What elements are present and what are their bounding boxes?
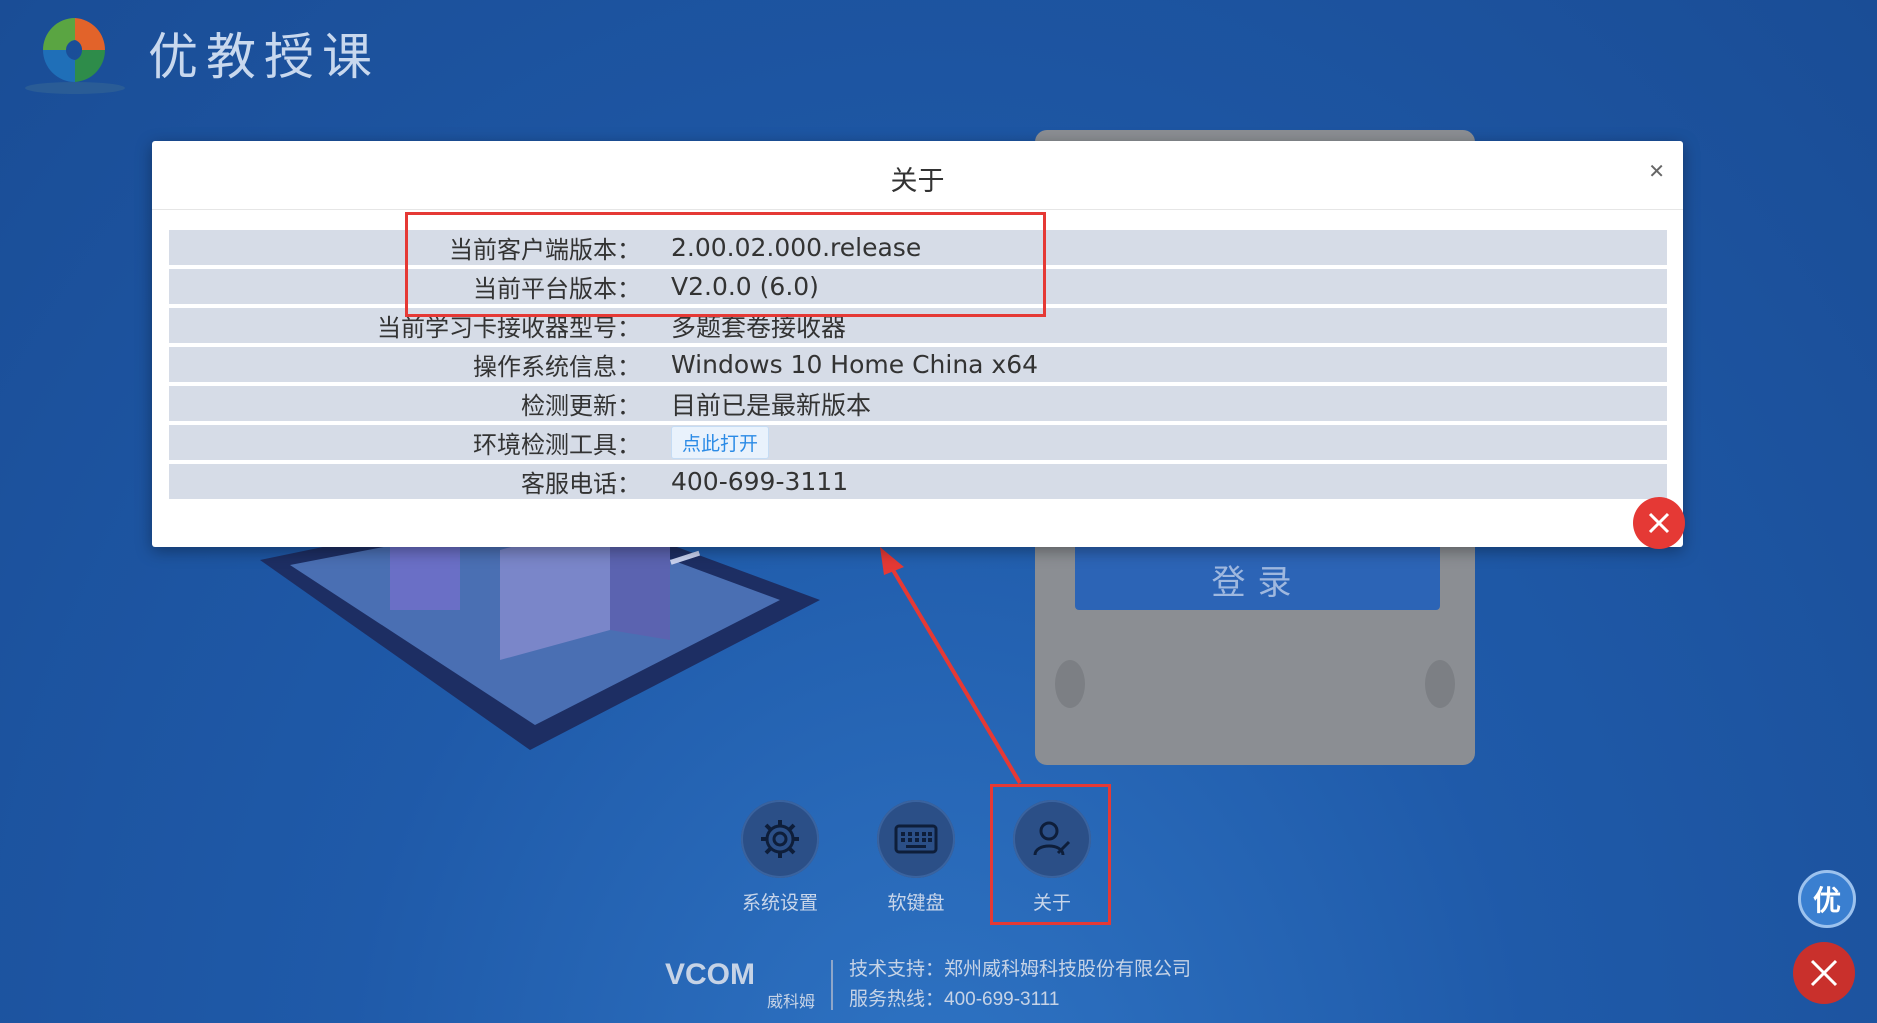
footer: VCOM 威科姆 技术支持：郑州威科姆科技股份有限公司 服务热线：400-699… bbox=[665, 955, 1191, 1015]
app-title: 优教授课 bbox=[148, 27, 380, 86]
info-row-update-check: 检测更新： 目前已是最新版本 bbox=[169, 386, 1667, 421]
info-label: 检测更新： bbox=[521, 392, 641, 420]
hero-illustration bbox=[250, 500, 830, 760]
carousel-prev-icon[interactable] bbox=[1055, 660, 1085, 708]
info-label: 客服电话： bbox=[521, 470, 641, 498]
footer-divider bbox=[831, 960, 833, 1010]
tool-system-settings[interactable]: 系统设置 bbox=[740, 800, 820, 915]
open-env-tool-button[interactable]: 点此打开 bbox=[671, 426, 770, 459]
side-badge-label: 优 bbox=[1812, 885, 1841, 916]
footer-text: 技术支持：郑州威科姆科技股份有限公司 服务热线：400-699-3111 bbox=[849, 955, 1191, 1015]
support-text: 技术支持：郑州威科姆科技股份有限公司 bbox=[849, 959, 1192, 980]
dialog-title: 关于 bbox=[890, 166, 945, 197]
info-value: Windows 10 Home China x64 bbox=[671, 350, 1039, 379]
tool-label: 软键盘 bbox=[887, 893, 945, 914]
keyboard-icon[interactable] bbox=[877, 800, 955, 878]
brand: 优教授课 bbox=[20, 10, 380, 95]
close-icon bbox=[1810, 959, 1838, 987]
info-label: 操作系统信息： bbox=[473, 353, 641, 381]
tool-soft-keyboard[interactable]: 软键盘 bbox=[876, 800, 956, 915]
dialog-close-x-icon[interactable]: ✕ bbox=[1648, 159, 1665, 184]
side-badge-button[interactable]: 优 bbox=[1798, 870, 1856, 928]
info-row-os: 操作系统信息： Windows 10 Home China x64 bbox=[169, 347, 1667, 382]
info-label: 环境检测工具： bbox=[473, 431, 641, 459]
carousel-next-icon[interactable] bbox=[1425, 660, 1455, 708]
app-logo-icon bbox=[20, 10, 130, 95]
close-icon bbox=[1648, 512, 1670, 534]
info-row-env-tool: 环境检测工具： 点此打开 bbox=[169, 425, 1667, 460]
info-row-service-phone: 客服电话： 400-699-3111 bbox=[169, 464, 1667, 499]
vendor-logo: VCOM 威科姆 bbox=[665, 958, 815, 1011]
gear-icon[interactable] bbox=[741, 800, 819, 878]
hotline-text: 服务热线：400-699-3111 bbox=[849, 989, 1060, 1010]
about-dialog: 关于 ✕ 当前客户端版本： 2.00.02.000.release 当前平台版本… bbox=[152, 141, 1685, 549]
dialog-header: 关于 ✕ bbox=[152, 141, 1683, 210]
info-value: 目前已是最新版本 bbox=[671, 390, 872, 420]
exit-app-button[interactable] bbox=[1793, 942, 1855, 1004]
annotation-arrow bbox=[880, 547, 1022, 785]
annotation-highlight-about bbox=[990, 784, 1111, 925]
tool-label: 系统设置 bbox=[741, 893, 818, 914]
dialog-close-button[interactable] bbox=[1633, 497, 1685, 549]
annotation-highlight-version bbox=[405, 212, 1046, 317]
login-button[interactable]: 登录 bbox=[1075, 540, 1440, 610]
info-value: 400-699-3111 bbox=[671, 467, 849, 496]
